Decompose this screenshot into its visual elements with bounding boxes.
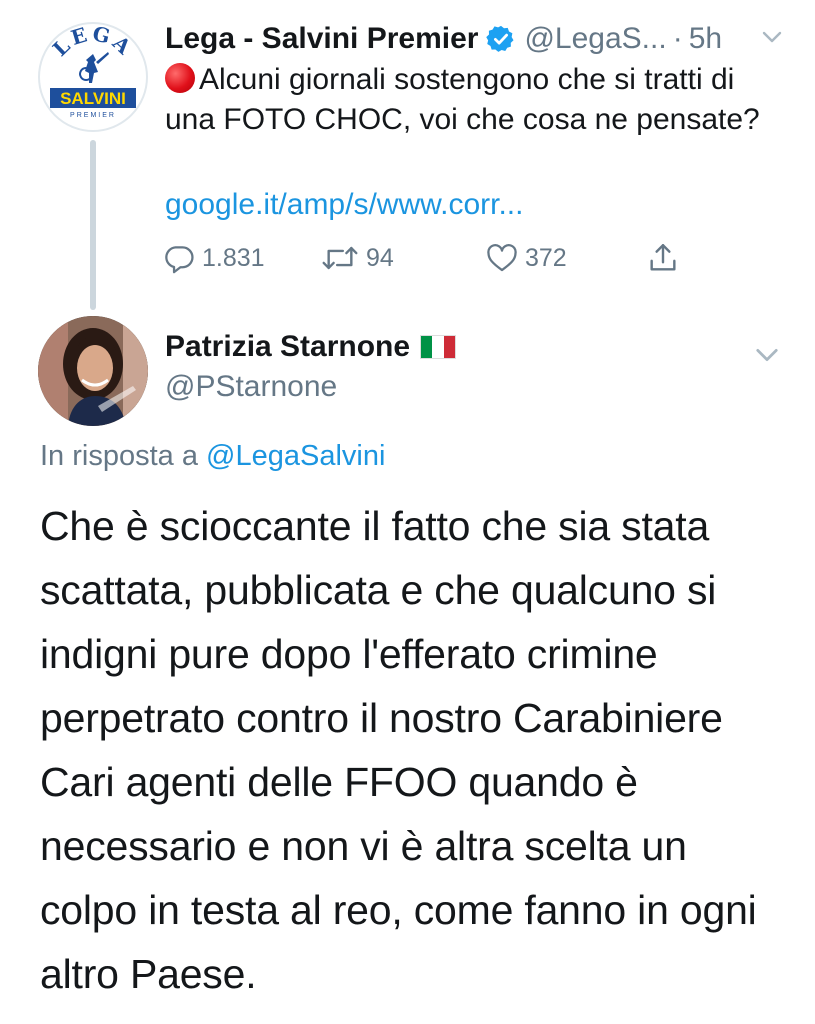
like-button[interactable]: 372 [485, 238, 567, 278]
reply-text-line: indigni pure dopo l'efferato crimine [40, 631, 658, 677]
italy-flag-icon [420, 335, 457, 359]
reply-text-line: Che è scioccante il fatto che sia stata [40, 503, 710, 549]
chevron-down-icon[interactable] [759, 24, 785, 50]
parent-tweet-text: Alcuni giornali sostengono che si tratti… [165, 60, 785, 140]
reply-author-name[interactable]: Patrizia Starnone [165, 330, 410, 364]
reply-author-row: Patrizia Starnone [165, 330, 457, 364]
like-icon [487, 244, 517, 272]
reply-count: 1.831 [202, 243, 265, 272]
reply-text-line: necessario e non vi è altra scelta un [40, 823, 687, 869]
chevron-down-icon[interactable] [752, 340, 782, 370]
thread-line [90, 140, 96, 310]
parent-time[interactable]: 5h [689, 22, 722, 56]
parent-author-name[interactable]: Lega - Salvini Premier [165, 22, 478, 56]
time-separator: · [672, 22, 683, 55]
reply-text-line: altro Paese. [40, 951, 257, 997]
reply-text-line: perpetrato contro il nostro Carabiniere [40, 695, 723, 741]
retweet-count: 94 [366, 243, 394, 272]
in-reply-prefix: In risposta a [40, 440, 198, 472]
lega-banner-text: SALVINI [60, 89, 126, 108]
retweet-button[interactable]: 94 [320, 238, 394, 278]
share-icon [650, 244, 676, 271]
retweet-icon [322, 246, 358, 270]
verified-icon [486, 25, 514, 52]
parent-tweet-link[interactable]: google.it/amp/s/www.corr... [165, 188, 523, 222]
reply-text-line: scattata, pubblicata e che qualcuno si [40, 567, 717, 613]
parent-tweet-body: Alcuni giornali sostengono che si tratti… [165, 63, 760, 136]
parent-handle[interactable]: @LegaS... [524, 22, 666, 56]
red-circle-icon [165, 63, 195, 93]
reply-button[interactable]: 1.831 [162, 238, 265, 278]
parent-tweet-header: Lega - Salvini Premier @LegaS... · 5h [165, 18, 795, 60]
reply-text-line: Cari agenti delle FFOO quando è [40, 759, 638, 805]
share-button[interactable] [646, 238, 686, 278]
reply-text-line: colpo in testa al reo, come fanno in ogn… [40, 887, 757, 933]
like-count: 372 [525, 243, 567, 272]
lega-avatar[interactable]: LEGA SALVINI PREMIER [38, 22, 148, 132]
lega-logo-icon: LEGA SALVINI PREMIER [41, 24, 145, 129]
patrizia-avatar[interactable] [38, 316, 148, 426]
lega-sub-text: PREMIER [70, 112, 116, 119]
reply-handle[interactable]: @PStarnone [165, 370, 337, 404]
in-reply-mention[interactable]: @LegaSalvini [206, 440, 385, 472]
reply-tweet-text: Che è scioccante il fatto che sia stata … [40, 494, 800, 1006]
in-reply-to: In risposta a @LegaSalvini [40, 440, 385, 473]
reply-icon [165, 246, 194, 274]
avatar-photo [38, 316, 148, 426]
